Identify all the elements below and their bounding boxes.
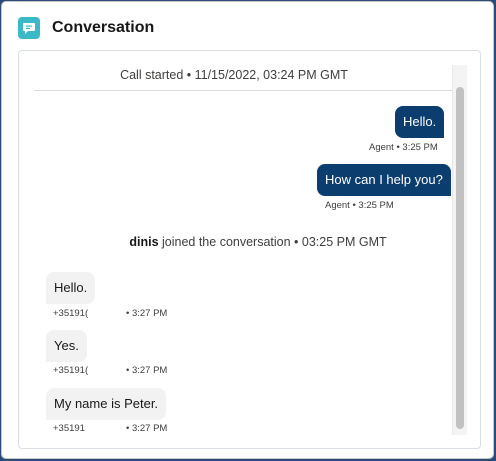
customer-message-bubble: My name is Peter. (46, 388, 167, 420)
card-title: Conversation (52, 19, 155, 36)
customer-message-bubble: Hello. (46, 272, 96, 304)
participant-name: dinis (129, 235, 159, 249)
customer-message-bubble: Yes. (46, 330, 87, 362)
agent-message-meta: Agent • 3:25 PM (325, 200, 394, 211)
customer-message-time: • 3:27 PM (126, 308, 168, 319)
scrollbar-thumb[interactable] (456, 87, 464, 429)
customer-message-time: • 3:27 PM (126, 365, 168, 376)
agent-message-bubble: Hello. (395, 106, 445, 138)
join-event-text: joined the conversation • 03:25 PM GMT (158, 235, 387, 249)
conversation-card: Conversation Call started • 11/15/2022, … (1, 1, 494, 459)
agent-message-meta: Agent • 3:25 PM (369, 142, 438, 153)
agent-message-bubble: How can I help you? (317, 164, 451, 196)
customer-sender: +35191 (53, 423, 85, 434)
scrollbar-track[interactable] (452, 65, 467, 435)
transcript-panel[interactable]: Call started • 11/15/2022, 03:24 PM GMT … (18, 50, 481, 449)
call-started-event: Call started • 11/15/2022, 03:24 PM GMT (120, 68, 348, 82)
card-header: Conversation (18, 15, 154, 41)
customer-sender: +35191( (53, 308, 89, 319)
chat-bubble-icon (18, 17, 40, 39)
customer-sender: +35191( (53, 365, 89, 376)
participant-joined-event: dinis joined the conversation • 03:25 PM… (19, 235, 480, 249)
divider (34, 90, 452, 91)
customer-message-time: • 3:27 PM (126, 423, 168, 434)
